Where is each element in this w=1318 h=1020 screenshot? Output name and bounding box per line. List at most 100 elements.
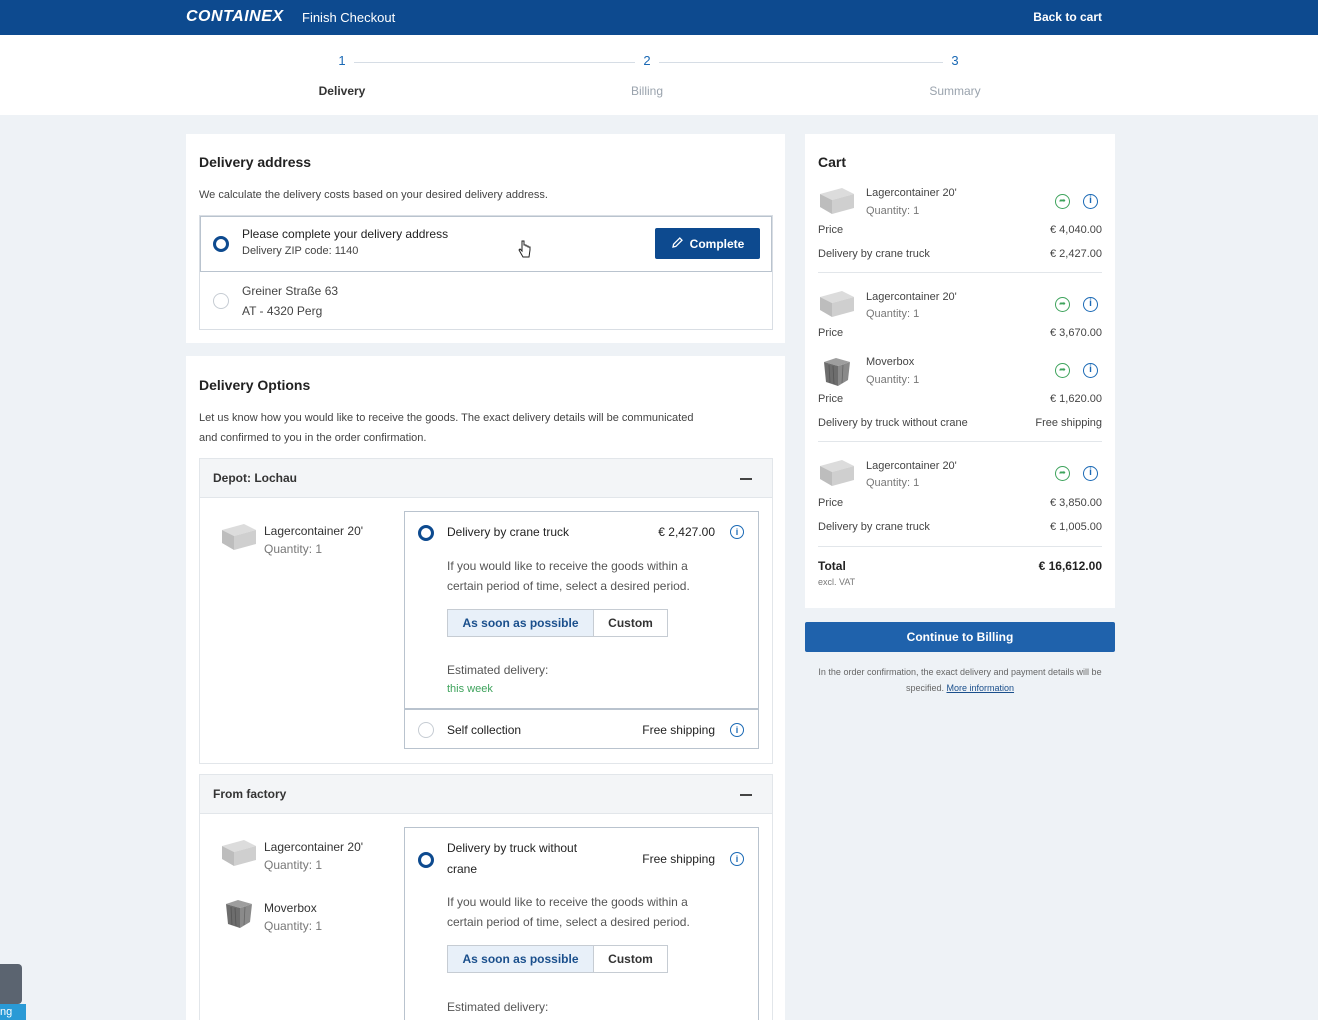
container-thumbnail-icon [818,458,856,491]
address-option-selected[interactable]: Please complete your delivery address De… [200,216,772,272]
cart-item-1-qty: Quantity: 1 [866,205,920,217]
crane-truck-hint-1: If you would like to receive the goods w… [447,559,688,573]
info-icon[interactable]: i [730,852,744,866]
share-icon[interactable]: ➦ [1055,363,1070,378]
step-2-label: Billing [630,84,663,98]
share-icon[interactable]: ➦ [1055,194,1070,209]
factory-section-body: Lagercontainer 20' Quantity: 1 Moverbox … [199,814,773,1020]
alt-address-street: Greiner Straße 63 [242,284,339,298]
step-2-number: 2 [635,49,659,73]
address-prompt: Please complete your delivery address [242,227,449,241]
estimated-delivery-label: Estimated delivery: [447,663,549,677]
crane-truck-price: € 2,427.00 [658,525,715,539]
truck-without-crane-label-2: crane [447,862,478,876]
delivery-address-title: Delivery address [199,154,312,170]
factory-product-2-name: Moverbox [264,901,317,915]
info-icon[interactable]: i [1083,363,1098,378]
factory-section-header[interactable]: From factory [199,774,773,814]
truck-without-crane-label-1: Delivery by truck without [447,841,578,855]
delivery-options-desc-2: and confirmed to you in the order confir… [199,432,427,444]
step-connector [659,62,943,63]
complete-label: Complete [689,236,745,251]
info-icon[interactable]: i [1083,297,1098,312]
self-collection-label: Self collection [447,723,522,737]
step-3-number: 3 [943,49,967,73]
cart-item-2-price-label: Price [818,327,844,339]
checkout-stepper: 1 2 3 Delivery Billing Summary [0,35,1318,115]
top-bar: CONTAINEX Finish Checkout Back to cart [0,0,1318,35]
depot-section-body: Lagercontainer 20' Quantity: 1 Delivery … [199,498,773,764]
info-icon[interactable]: i [1083,466,1098,481]
custom-segment[interactable]: Custom [594,610,667,636]
container-thumbnail-icon [818,289,856,322]
total-sub-label: excl. VAT [818,577,856,587]
truck-hint-2: certain period of time, select a desired… [447,915,690,929]
cart-item-2-name: Lagercontainer 20' [866,291,957,303]
container-thumbnail-icon [220,838,258,871]
truck-without-crane-option[interactable]: Delivery by truck without crane Free shi… [404,827,759,1020]
hand-cursor-icon [518,240,532,263]
address-radio-selected[interactable] [213,236,229,252]
self-collection-price: Free shipping [642,723,715,737]
share-icon[interactable]: ➦ [1055,466,1070,481]
cart-item-4-delivery-label: Delivery by crane truck [818,521,930,533]
moverbox-thumbnail-icon [224,898,254,933]
cart-item-3-price-label: Price [818,393,844,405]
back-to-cart-link[interactable]: Back to cart [1033,10,1102,24]
depot-title: Depot: Lochau [213,471,297,485]
self-collection-option[interactable]: Self collection Free shipping i [404,709,759,749]
cart-item-3-price: € 1,620.00 [1050,393,1102,405]
truck-without-crane-radio[interactable] [418,852,434,868]
divider [818,441,1102,442]
delivery-options-title: Delivery Options [199,377,311,393]
info-icon[interactable]: i [1083,194,1098,209]
cart-item-2-price: € 3,670.00 [1050,327,1102,339]
cart-item-1-price-label: Price [818,224,844,236]
complete-address-button[interactable]: Complete [655,228,760,259]
divider [818,546,1102,547]
cart-item-1-price: € 4,040.00 [1050,224,1102,236]
divider [818,272,1102,273]
step-1-label: Delivery [318,84,366,98]
collapse-icon[interactable] [740,794,752,796]
address-options: Please complete your delivery address De… [199,215,773,330]
collapse-icon[interactable] [740,478,752,480]
more-information-link[interactable]: More information [947,683,1015,693]
factory-title: From factory [213,787,287,801]
continue-to-billing-button[interactable]: Continue to Billing [805,622,1115,652]
alt-address-city: AT - 4320 Perg [242,304,323,318]
container-thumbnail-icon [818,186,856,219]
depot-product-qty: Quantity: 1 [264,542,323,556]
info-icon[interactable]: i [730,723,744,737]
side-handle[interactable] [0,964,22,1004]
depot-section-header[interactable]: Depot: Lochau [199,458,773,498]
asap-segment[interactable]: As soon as possible [448,946,594,972]
delivery-zip: Delivery ZIP code: 1140 [242,245,359,257]
factory-product-1-name: Lagercontainer 20' [264,840,364,854]
delivery-options-desc-1: Let us know how you would like to receiv… [199,412,694,424]
info-icon[interactable]: i [730,525,744,539]
side-tab[interactable]: ng [0,1004,26,1020]
containex-logo[interactable]: CONTAINEX [186,8,284,26]
self-collection-radio[interactable] [418,722,434,738]
cart-item-4-name: Lagercontainer 20' [866,460,957,472]
total-amount: € 16,612.00 [1038,559,1102,573]
crane-truck-hint-2: certain period of time, select a desired… [447,579,690,593]
estimated-delivery-label: Estimated delivery: [447,1000,549,1014]
share-icon[interactable]: ➦ [1055,297,1070,312]
asap-segment[interactable]: As soon as possible [448,610,594,636]
step-3-label: Summary [929,84,981,98]
truck-hint-1: If you would like to receive the goods w… [447,895,688,909]
order-note-text: specified. [905,683,944,693]
cart-item-1-name: Lagercontainer 20' [866,187,957,199]
address-radio-alternative[interactable] [213,293,229,309]
factory-product-1-qty: Quantity: 1 [264,858,323,872]
factory-product-2-qty: Quantity: 1 [264,919,323,933]
crane-truck-option[interactable]: Delivery by crane truck € 2,427.00 i If … [404,511,759,709]
cart-item-3-name: Moverbox [866,356,915,368]
cart-item-4-price-label: Price [818,497,844,509]
custom-segment[interactable]: Custom [594,946,667,972]
crane-truck-radio[interactable] [418,525,434,541]
moverbox-thumbnail-icon [822,356,852,391]
step-connector [354,62,635,63]
